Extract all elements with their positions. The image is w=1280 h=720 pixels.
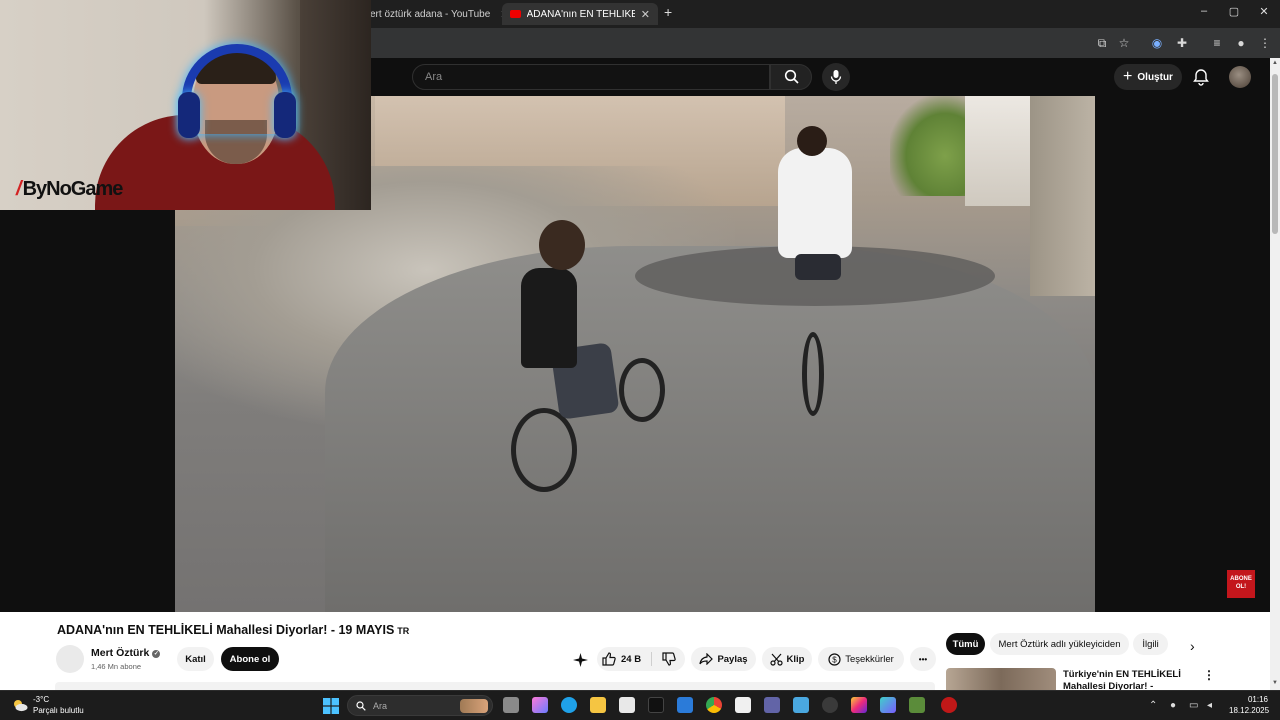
scissors-icon <box>769 653 783 666</box>
profile-icon[interactable]: ● <box>1233 35 1249 51</box>
scrollbar-thumb[interactable] <box>1272 74 1278 234</box>
edge-icon[interactable] <box>561 697 577 713</box>
clock-time[interactable]: 01:16 <box>1240 695 1268 704</box>
notepad-icon[interactable] <box>735 697 751 713</box>
plus-icon: + <box>1123 68 1133 85</box>
clip-button[interactable]: Klip <box>762 647 812 671</box>
notifications-bell-icon[interactable] <box>1192 68 1210 86</box>
thumbs-down-icon[interactable] <box>662 652 676 666</box>
close-window-button[interactable]: ✕ <box>1254 5 1274 18</box>
chips-next-arrow-icon[interactable]: › <box>1190 638 1195 654</box>
weather-description: Parçalı bulutlu <box>33 706 84 715</box>
copilot-icon[interactable] <box>532 697 548 713</box>
thanks-dollar-icon: $ <box>828 652 841 666</box>
channel-avatar[interactable] <box>56 645 84 673</box>
join-button[interactable]: Katıl <box>177 647 214 671</box>
windows-taskbar: -3°C Parçalı bulutlu Ara ⌃ ● ▭ ◂ 01:16 1… <box>0 690 1280 720</box>
mail-icon[interactable] <box>677 697 693 713</box>
network-icon[interactable]: ▭ <box>1189 700 1198 711</box>
new-tab-button[interactable]: + <box>664 4 672 20</box>
instagram-icon[interactable] <box>851 697 867 713</box>
install-app-icon[interactable]: ⧉ <box>1094 35 1110 51</box>
browser-menu-icon[interactable]: ⋮ <box>1257 35 1273 51</box>
streamer-logo: / ByNoGame <box>16 178 123 200</box>
taskbar-search[interactable]: Ara <box>347 695 493 716</box>
tab-label: ert öztürk adana - YouTube <box>370 8 491 20</box>
channel-name[interactable]: Mert Öztürk ✓ <box>91 647 161 659</box>
minecraft-icon[interactable] <box>909 697 925 713</box>
voice-search-button[interactable] <box>822 63 850 91</box>
left-panel <box>0 210 175 612</box>
thanks-button[interactable]: $ Teşekkürler <box>818 647 904 671</box>
scroll-up-icon[interactable]: ▲ <box>1271 60 1279 66</box>
share-icon <box>699 653 714 665</box>
extensions-puzzle-icon[interactable]: ✚ <box>1174 35 1190 51</box>
maximize-button[interactable]: ▢ <box>1224 5 1244 18</box>
clock-date[interactable]: 18.12.2025 <box>1229 706 1269 715</box>
windows-start-icon[interactable] <box>323 698 339 714</box>
subscriber-count: 1,46 Mn abone <box>91 662 142 671</box>
teams-icon[interactable] <box>764 697 780 713</box>
video-info-area: ADANA'nın EN TEHLİKELİ Mahallesi Diyorla… <box>0 612 1270 691</box>
search-highlight-image <box>460 699 488 713</box>
screen: ert öztürk adana - YouTube ✕ ADANA'nın E… <box>0 0 1280 720</box>
partly-cloudy-icon[interactable] <box>12 698 28 712</box>
volume-icon[interactable]: ◂ <box>1207 700 1212 711</box>
chip-from-uploader[interactable]: Mert Öztürk adlı yükleyiciden <box>990 633 1129 655</box>
subscribe-button[interactable]: Abone ol <box>221 647 279 671</box>
svg-text:$: $ <box>832 655 837 664</box>
tab-close-icon[interactable]: ✕ <box>641 8 650 21</box>
media-control-icon[interactable]: ≡ <box>1209 35 1225 51</box>
webcam-overlay: / ByNoGame <box>0 0 371 210</box>
ai-sparkle-icon[interactable] <box>573 653 588 667</box>
language-badge: TR <box>397 626 410 636</box>
like-dislike-group: 24 B <box>597 647 685 671</box>
description-box-top[interactable] <box>55 682 935 690</box>
chrome-icon[interactable] <box>706 697 722 713</box>
create-button[interactable]: + Oluştur <box>1114 64 1182 90</box>
tab-search-results[interactable]: ert öztürk adana - YouTube ✕ <box>362 3 502 25</box>
settings-gear-icon[interactable] <box>822 697 838 713</box>
chip-all[interactable]: Tümü <box>946 633 985 655</box>
app-icon[interactable] <box>880 697 896 713</box>
thumbs-up-icon <box>602 652 616 666</box>
chip-related[interactable]: İlgili <box>1133 633 1168 655</box>
search-icon <box>356 701 366 711</box>
weather-temperature: -3°C <box>33 695 50 704</box>
create-label: Oluştur <box>1137 71 1173 83</box>
scroll-down-icon[interactable]: ▼ <box>1271 680 1279 686</box>
search-button[interactable] <box>770 64 812 90</box>
subscribe-reminder-badge: ABONE OL! <box>1227 570 1255 598</box>
video-title: ADANA'nın EN TEHLİKELİ Mahallesi Diyorla… <box>57 623 410 637</box>
verified-badge-icon: ✓ <box>152 650 161 658</box>
tiktok-icon[interactable] <box>648 697 664 713</box>
tab-video[interactable]: ADANA'nın EN TEHLİKELİ Mahalle ✕ <box>502 3 658 25</box>
recommended-thumbnail[interactable] <box>946 668 1056 690</box>
share-button[interactable]: Paylaş <box>691 647 756 671</box>
tab-label: ADANA'nın EN TEHLİKELİ Mahalle <box>526 8 635 20</box>
microphone-tray-icon[interactable]: ● <box>1170 700 1176 711</box>
youtube-favicon-icon <box>510 10 521 18</box>
tray-overflow-icon[interactable]: ⌃ <box>1149 700 1157 711</box>
record-app-icon[interactable] <box>941 697 957 713</box>
like-button[interactable]: 24 B <box>602 652 641 666</box>
extension-audio-icon[interactable]: ◉ <box>1149 35 1165 51</box>
search-icon <box>784 69 799 84</box>
account-avatar[interactable] <box>1229 66 1251 88</box>
remote-desktop-icon[interactable] <box>793 697 809 713</box>
store-icon[interactable] <box>619 697 635 713</box>
microphone-icon <box>830 70 842 84</box>
task-view-icon[interactable] <box>503 697 519 713</box>
search-input[interactable] <box>413 65 769 89</box>
more-actions-button[interactable]: ••• <box>910 647 936 671</box>
search-box <box>412 64 770 90</box>
minimize-button[interactable]: – <box>1194 5 1214 17</box>
bookmark-star-icon[interactable]: ☆ <box>1116 35 1132 51</box>
recommended-menu-icon[interactable]: ⋮ <box>1203 668 1215 682</box>
right-panel <box>1095 96 1270 612</box>
file-explorer-icon[interactable] <box>590 697 606 713</box>
recommended-title[interactable]: Türkiye'nin EN TEHLİKELİ Mahallesi Diyor… <box>1063 669 1191 691</box>
